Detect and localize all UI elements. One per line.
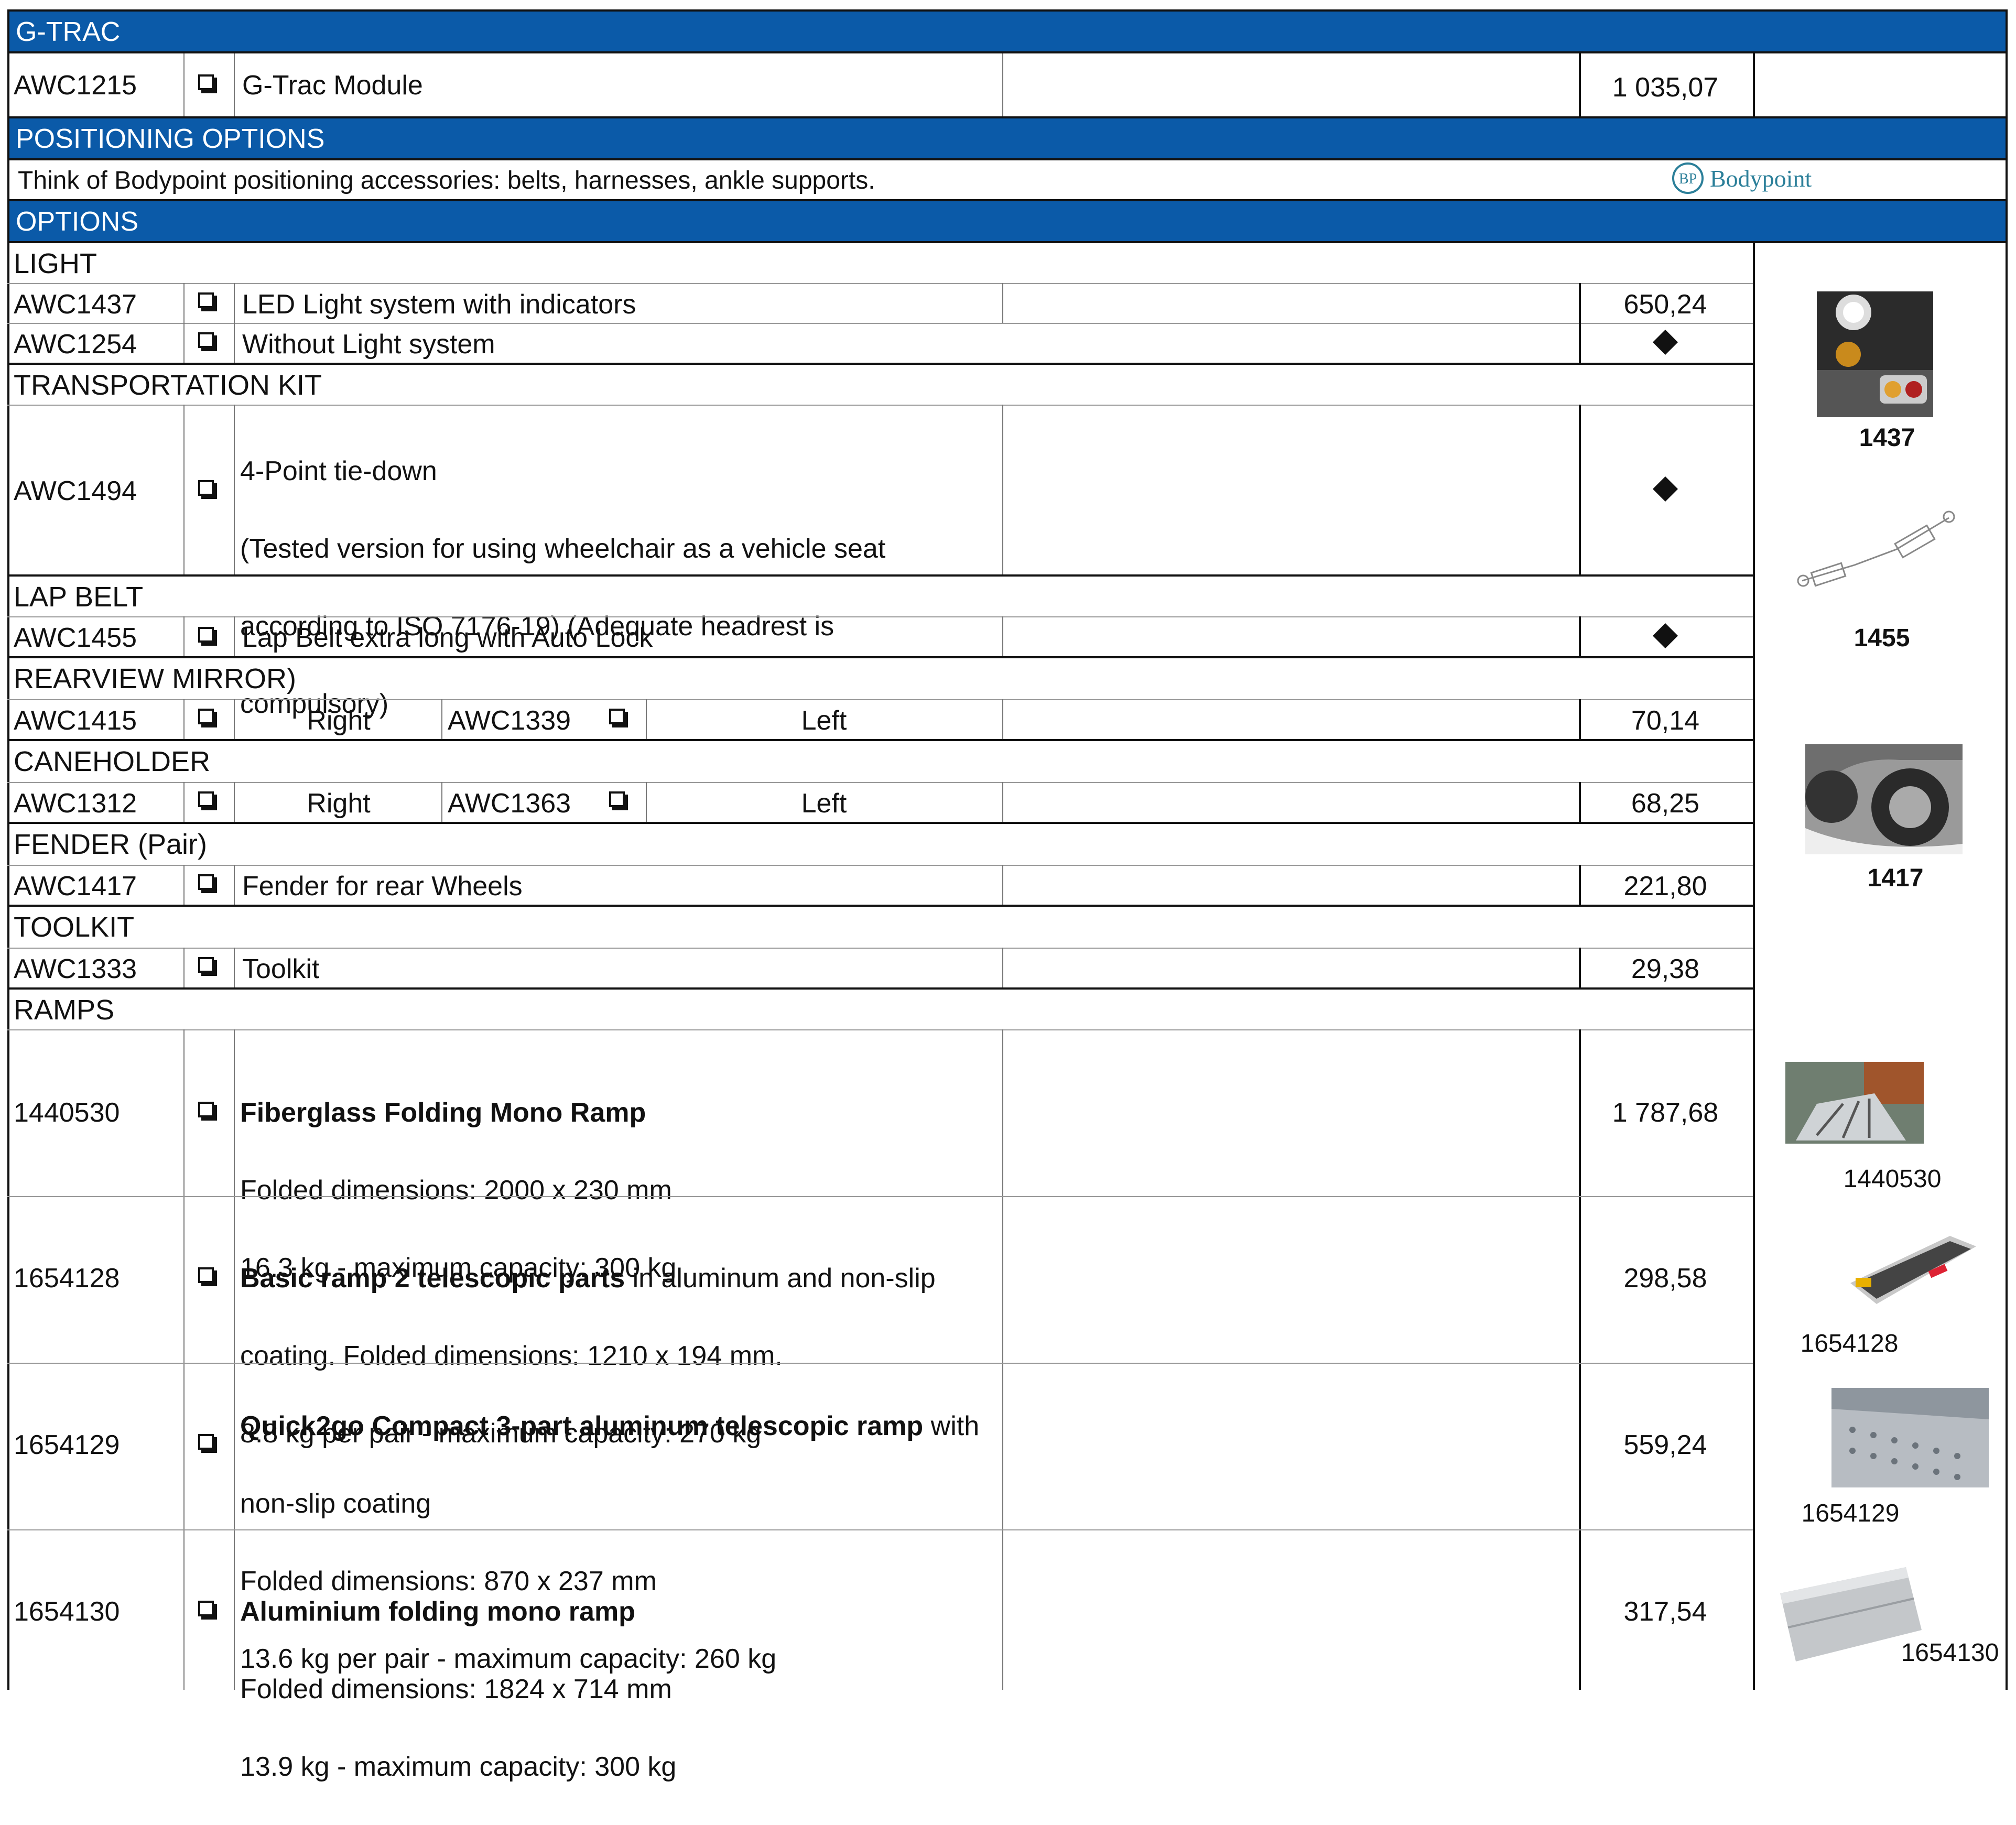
ramp-code-1: 1440530 <box>14 1098 120 1128</box>
caption-1437: 1437 <box>1859 424 1915 452</box>
gtrac-code: AWC1215 <box>14 70 137 101</box>
ramp-code-4: 1654130 <box>14 1596 120 1627</box>
light-checkbox-2[interactable] <box>198 332 217 351</box>
ramp-checkbox-4[interactable] <box>198 1601 217 1620</box>
mirror-code-left: AWC1339 <box>448 705 571 736</box>
ramp-price-2: 298,58 <box>1623 1263 1707 1294</box>
light-label-2: Without Light system <box>242 329 495 360</box>
fender-code: AWC1417 <box>14 871 137 901</box>
toolkit-checkbox[interactable] <box>198 957 217 976</box>
fender-price: 221,80 <box>1623 871 1707 901</box>
ramp-code-3: 1654129 <box>14 1430 120 1460</box>
mirror-price: 70,14 <box>1631 705 1700 736</box>
mirror-right-checkbox[interactable] <box>198 709 217 727</box>
caption-1654128: 1654128 <box>1800 1330 1899 1357</box>
ramp-price-1: 1 787,68 <box>1612 1098 1719 1128</box>
svg-text:BP: BP <box>1679 171 1697 187</box>
section-header-options: OPTIONS <box>7 199 2008 243</box>
caption-1654129: 1654129 <box>1801 1500 1900 1527</box>
caneholder-code-left: AWC1363 <box>448 788 571 819</box>
mirror-right-label: Right <box>307 705 371 736</box>
gtrac-label: G-Trac Module <box>242 70 423 101</box>
mirror-left-checkbox[interactable] <box>609 709 628 727</box>
light-code-1: AWC1437 <box>14 289 137 320</box>
ramp-checkbox-3[interactable] <box>198 1434 217 1453</box>
bodypoint-logo-icon: BP <box>1672 162 1704 194</box>
price-list-page: G-TRAC AWC1215 G-Trac Module 1 035,07 PO… <box>0 0 2016 1782</box>
ramp-price-3: 559,24 <box>1623 1430 1707 1460</box>
ramp-desc-4: Aluminium folding mono ramp Folded dimen… <box>240 1596 677 1782</box>
mirror-left-label: Left <box>801 705 847 736</box>
light-checkbox-1[interactable] <box>198 292 217 311</box>
lapbelt-checkbox[interactable] <box>198 627 217 646</box>
caneholder-code-right: AWC1312 <box>14 788 137 819</box>
section-ramps: RAMPS <box>14 994 115 1026</box>
gtrac-checkbox[interactable] <box>198 74 217 93</box>
fender-photo <box>1805 744 1963 854</box>
lapbelt-code: AWC1455 <box>14 623 137 653</box>
section-light: LIGHT <box>14 248 97 279</box>
ramp-photo-1654129 <box>1831 1388 1989 1487</box>
caneholder-left-label: Left <box>801 788 847 819</box>
toolkit-label: Toolkit <box>242 954 320 984</box>
section-header-gtrac: G-TRAC <box>7 9 2008 53</box>
positioning-note: Think of Bodypoint positioning accessori… <box>18 167 875 194</box>
section-fender: FENDER (Pair) <box>14 829 208 860</box>
bodypoint-logo: BP Bodypoint <box>1671 161 1812 195</box>
light-price-1: 650,24 <box>1623 289 1707 320</box>
ramp-photo-1440530 <box>1785 1062 1924 1144</box>
transport-code: AWC1494 <box>14 476 137 506</box>
lapbelt-label: Lap Belt extra long with Auto Lock <box>242 623 653 653</box>
ramp-checkbox-2[interactable] <box>198 1267 217 1286</box>
transport-checkbox[interactable] <box>198 480 217 499</box>
caption-1417: 1417 <box>1867 864 1924 892</box>
caneholder-right-checkbox[interactable] <box>198 791 217 810</box>
section-lapbelt: LAP BELT <box>14 581 144 613</box>
tie-down-sketch <box>1797 510 1955 587</box>
led-light-photo <box>1817 291 1933 417</box>
fender-label: Fender for rear Wheels <box>242 871 523 901</box>
caption-1455: 1455 <box>1854 624 1910 652</box>
ramp-code-2: 1654128 <box>14 1263 120 1294</box>
toolkit-price: 29,38 <box>1631 954 1700 984</box>
caneholder-price: 68,25 <box>1631 788 1700 819</box>
section-header-positioning: POSITIONING OPTIONS <box>7 116 2008 160</box>
light-label-1: LED Light system with indicators <box>242 289 636 320</box>
light-code-2: AWC1254 <box>14 329 137 360</box>
ramp-price-4: 317,54 <box>1623 1596 1707 1627</box>
section-toolkit: TOOLKIT <box>14 911 135 943</box>
fender-checkbox[interactable] <box>198 874 217 893</box>
gtrac-price: 1 035,07 <box>1612 72 1719 103</box>
mirror-code-right: AWC1415 <box>14 705 137 736</box>
section-caneholder: CANEHOLDER <box>14 746 211 777</box>
ramp-photo-1654128 <box>1850 1236 1976 1304</box>
toolkit-code: AWC1333 <box>14 954 137 984</box>
caneholder-left-checkbox[interactable] <box>609 791 628 810</box>
caption-1654130: 1654130 <box>1901 1639 1999 1667</box>
caneholder-right-label: Right <box>307 788 371 819</box>
ramp-checkbox-1[interactable] <box>198 1102 217 1121</box>
caption-1440530: 1440530 <box>1843 1165 1942 1193</box>
section-transport: TRANSPORTATION KIT <box>14 370 322 401</box>
section-mirror: REARVIEW MIRROR) <box>14 663 297 694</box>
